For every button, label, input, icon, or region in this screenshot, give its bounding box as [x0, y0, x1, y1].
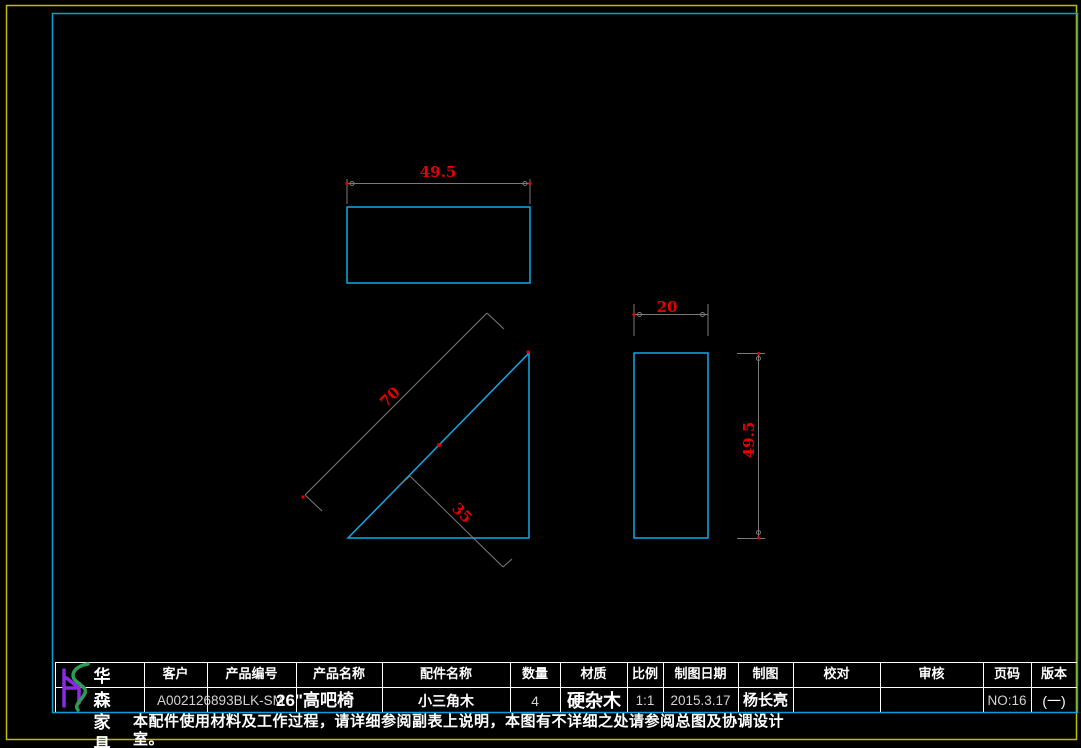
end-view-rect	[633, 352, 709, 539]
th-scale: 比例	[631, 666, 658, 681]
company-name-char-1: 华	[93, 667, 111, 686]
note-line-2: 室。	[133, 731, 165, 748]
td-proofread	[793, 691, 880, 711]
th-draw-date: 制图日期	[674, 666, 727, 681]
td-scale: 1:1	[635, 693, 655, 708]
th-quantity: 数量	[521, 666, 548, 681]
th-product-number: 产品编号	[225, 666, 278, 681]
dim-label-top-width: 49.5	[419, 163, 457, 181]
dim-label-end-height: 49.5	[740, 421, 758, 459]
td-part-name: 小三角木	[418, 693, 474, 709]
company-name-char-2: 森	[93, 691, 111, 710]
cad-drawing-sheet: 49.5 70 35 20 49.5 客户 产品编号 产品名称 配件名称 数量 …	[0, 0, 1081, 748]
drawing-canvas	[5, 4, 1079, 741]
th-proofread: 校对	[823, 666, 850, 681]
company-name-char-3: 家	[93, 713, 111, 732]
part-views	[346, 206, 709, 539]
dimension-lines	[301, 179, 765, 568]
top-view-rect	[346, 206, 531, 284]
th-product-name: 产品名称	[312, 666, 365, 681]
company-name-char-4: 具	[93, 735, 111, 748]
company-logo-icon	[62, 662, 90, 712]
td-page: NO:16	[987, 693, 1027, 708]
td-drafter: 杨长亮	[742, 692, 788, 709]
note-line-1: 本配件使用材料及工作过程，请详细参阅副表上说明，本图有不详细之处请参阅总图及协调…	[133, 713, 785, 730]
th-part-name: 配件名称	[419, 666, 472, 681]
outer-border	[5, 4, 1078, 741]
td-version: (一)	[1042, 693, 1066, 709]
th-drafter: 制图	[752, 666, 779, 681]
dim-label-end-width: 20	[656, 298, 678, 316]
th-version: 版本	[1040, 666, 1067, 681]
th-review: 审核	[918, 666, 945, 681]
td-material: 硬杂木	[567, 691, 621, 711]
inner-border	[51, 12, 1079, 714]
td-review	[880, 691, 983, 711]
td-quantity: 4	[531, 693, 539, 709]
td-draw-date: 2015.3.17	[670, 693, 731, 708]
th-page: 页码	[993, 666, 1020, 681]
th-customer: 客户	[162, 666, 189, 681]
td-product-name: 26"高吧椅	[276, 691, 354, 710]
th-material: 材质	[580, 666, 607, 681]
